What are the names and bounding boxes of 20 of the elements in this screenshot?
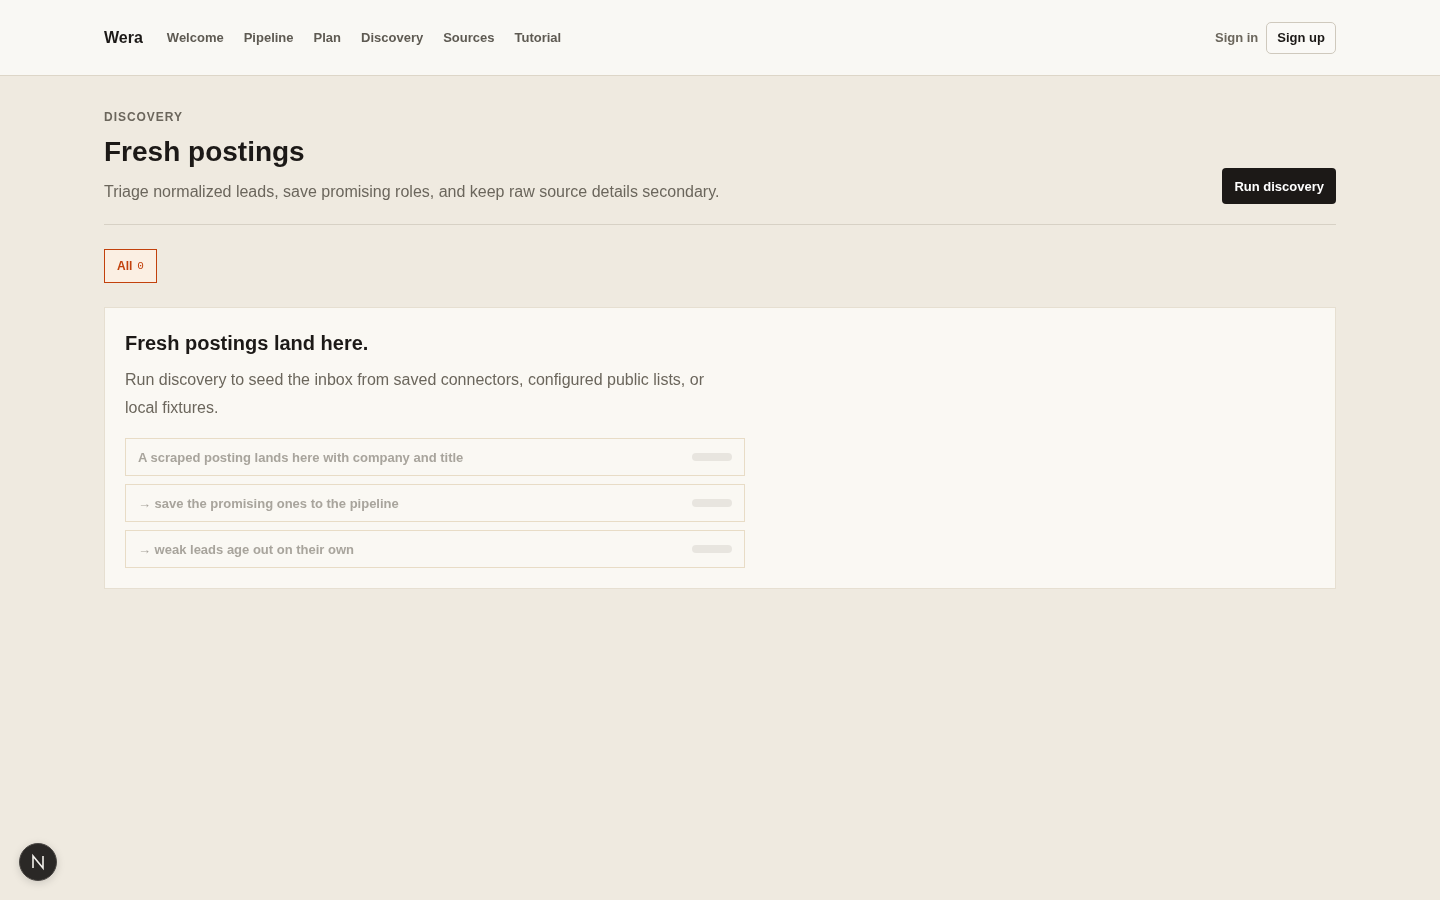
run-discovery-button[interactable]: Run discovery [1222, 168, 1336, 204]
brand-link[interactable]: Wera [104, 28, 143, 47]
logo-icon[interactable] [19, 843, 57, 881]
empty-state-text: Run discovery to seed the inbox from saved connectors, configured public lists, or local fixtures. [125, 370, 705, 418]
nav-link[interactable]: Plan [313, 30, 341, 45]
nav-link[interactable]: Discovery [361, 30, 424, 45]
section-eyebrow: DISCOVERY [104, 110, 184, 124]
example-text: A scraped posting lands here with company and title [138, 449, 464, 465]
page-subtitle: Triage normalized leads, save promising roles, and keep raw source details secondary. [104, 182, 720, 202]
filter-tab[interactable]: All 0 [104, 249, 157, 283]
example-text: → weak leads age out on their own [138, 541, 354, 557]
nav-link[interactable]: Welcome [166, 30, 224, 45]
nav-link[interactable]: Tutorial [514, 30, 562, 45]
page-title: Fresh postings [104, 135, 306, 169]
sign-up-button[interactable]: Sign up [1266, 21, 1336, 54]
sign-in-link[interactable]: Sign in [1215, 30, 1259, 45]
example-text: → save the promising ones to the pipeline [138, 495, 399, 511]
empty-state-title: Fresh postings land here. [125, 331, 370, 356]
nav-link[interactable]: Sources [443, 30, 495, 45]
nav-link[interactable]: Pipeline [243, 30, 294, 45]
